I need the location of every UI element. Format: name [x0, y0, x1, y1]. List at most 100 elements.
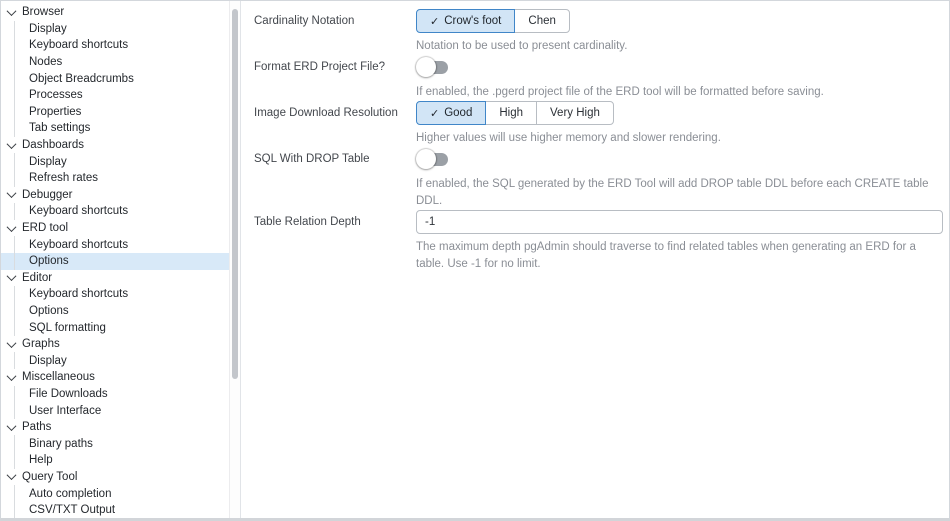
tree-item-label: Keyboard shortcuts: [29, 238, 129, 251]
field-label: Table Relation Depth: [254, 216, 361, 228]
option-button-label: High: [499, 107, 524, 119]
option-button-label: Good: [444, 107, 473, 119]
tree-item-label: Keyboard shortcuts: [29, 205, 129, 218]
tree-item-sql-formatting[interactable]: SQL formatting: [1, 319, 229, 336]
tree-item-auto-completion[interactable]: Auto completion: [1, 485, 229, 502]
tree-item-miscellaneous[interactable]: Miscellaneous: [1, 369, 229, 386]
toggle-knob: [416, 149, 436, 169]
tree-item-keyboard-shortcuts[interactable]: Keyboard shortcuts: [1, 203, 229, 220]
option-button-chen[interactable]: Chen: [514, 9, 570, 33]
option-button-label: Crow's foot: [444, 15, 502, 27]
tree-item-dashboards[interactable]: Dashboards: [1, 137, 229, 154]
tree-item-label: Object Breadcrumbs: [29, 72, 134, 85]
tree-item-label: Query Tool: [22, 470, 78, 483]
tree-item-label: Dashboards: [22, 139, 85, 152]
tree-item-label: CSV/TXT Output: [29, 504, 116, 517]
check-icon: ✓: [430, 15, 440, 28]
tree-item-label: SQL formatting: [29, 321, 106, 334]
field-table-relation-depth: Table Relation Depth The maximum depth pg…: [254, 210, 943, 273]
tree-item-object-breadcrumbs[interactable]: Object Breadcrumbs: [1, 70, 229, 87]
toggle-switch-sql-with-drop-table[interactable]: [416, 149, 449, 169]
toggle-knob: [416, 57, 436, 77]
field-label: Format ERD Project File?: [254, 61, 386, 73]
tree-item-query-tool[interactable]: Query Tool: [1, 469, 229, 486]
tree-item-keyboard-shortcuts[interactable]: Keyboard shortcuts: [1, 236, 229, 253]
button-group-image-download-resolution: ✓ Good High Very High: [416, 101, 614, 125]
tree-item-label: User Interface: [29, 404, 102, 417]
chevron-down-icon[interactable]: [1, 138, 22, 149]
chevron-down-icon[interactable]: [1, 271, 22, 282]
sidebar-scrollbar[interactable]: [229, 1, 241, 518]
preferences-tree: Browser Display Keyboard shortcuts Nodes Obj…: [1, 1, 229, 518]
tree-item-tab-settings[interactable]: Tab settings: [1, 120, 229, 137]
tree-item-display[interactable]: Display: [1, 20, 229, 38]
tree-item-label: Miscellaneous: [22, 371, 95, 384]
tree-item-nodes[interactable]: Nodes: [1, 53, 229, 71]
tree-item-options[interactable]: Options: [1, 252, 229, 270]
check-icon: ✓: [430, 107, 440, 120]
chevron-down-icon[interactable]: [1, 221, 22, 232]
chevron-down-icon[interactable]: [1, 370, 22, 381]
option-button-label: Very High: [550, 107, 600, 119]
chevron-down-icon[interactable]: [1, 470, 22, 481]
toggle-switch-format-erd-project-file[interactable]: [416, 57, 449, 77]
input-table-relation-depth[interactable]: [416, 210, 943, 234]
tree-item-keyboard-shortcuts[interactable]: Keyboard shortcuts: [1, 286, 229, 303]
option-button-crow-s-foot[interactable]: ✓ Crow's foot: [416, 9, 516, 33]
tree-item-display[interactable]: Display: [1, 153, 229, 170]
tree-item-editor[interactable]: Editor: [1, 270, 229, 287]
tree-item-graphs[interactable]: Graphs: [1, 336, 229, 353]
scrollbar-thumb[interactable]: [232, 9, 238, 379]
tree-item-processes[interactable]: Processes: [1, 86, 229, 104]
tree-item-label: Keyboard shortcuts: [29, 288, 129, 301]
tree-item-label: Debugger: [22, 188, 73, 201]
tree-item-properties[interactable]: Properties: [1, 103, 229, 121]
preferences-dialog: Browser Display Keyboard shortcuts Nodes Obj…: [0, 0, 950, 521]
field-help-text: If enabled, the SQL generated by the ERD…: [416, 178, 929, 207]
field-cardinality-notation: Cardinality Notation ✓ Crow's foot Chen Nota…: [254, 9, 939, 55]
tree-item-file-downloads[interactable]: File Downloads: [1, 385, 229, 403]
field-label: SQL With DROP Table: [254, 153, 370, 165]
chevron-down-icon[interactable]: [1, 337, 22, 348]
tree-item-debugger[interactable]: Debugger: [1, 187, 229, 204]
tree-item-label: Processes: [29, 89, 83, 102]
field-label: Image Download Resolution: [254, 107, 398, 119]
tree-item-label: Nodes: [29, 56, 63, 69]
field-help-text: If enabled, the .pgerd project file of t…: [416, 86, 824, 98]
chevron-down-icon[interactable]: [1, 188, 22, 199]
field-sql-with-drop-table: SQL With DROP Table If enabled, the SQL g…: [254, 147, 939, 210]
button-group-cardinality-notation: ✓ Crow's foot Chen: [416, 9, 570, 33]
option-button-high[interactable]: High: [485, 101, 538, 125]
tree-item-label: Options: [29, 304, 69, 317]
tree-item-label: Graphs: [22, 338, 60, 351]
field-help-text: Higher values will use higher memory and…: [416, 132, 721, 144]
option-button-very-high[interactable]: Very High: [536, 101, 614, 125]
tree-item-label: Refresh rates: [29, 172, 99, 185]
tree-item-label: Options: [29, 255, 69, 268]
field-help-text: Notation to be used to present cardinali…: [416, 40, 628, 52]
tree-item-display[interactable]: Display: [1, 352, 229, 369]
tree-item-label: Binary paths: [29, 437, 93, 450]
tree-item-label: Properties: [29, 105, 82, 118]
tree-item-label: Browser: [22, 6, 65, 19]
chevron-down-icon[interactable]: [1, 5, 22, 16]
tree-item-binary-paths[interactable]: Binary paths: [1, 435, 229, 452]
option-button-good[interactable]: ✓ Good: [416, 101, 487, 125]
chevron-down-icon[interactable]: [1, 420, 22, 431]
tree-item-paths[interactable]: Paths: [1, 419, 229, 436]
tree-item-label: Display: [29, 22, 67, 35]
tree-item-label: File Downloads: [29, 387, 108, 400]
tree-item-csv-txt-output[interactable]: CSV/TXT Output: [1, 501, 229, 518]
tree-item-browser[interactable]: Browser: [1, 4, 229, 21]
tree-item-erd-tool[interactable]: ERD tool: [1, 220, 229, 237]
tree-item-help[interactable]: Help: [1, 452, 229, 469]
tree-item-options[interactable]: Options: [1, 302, 229, 320]
tree-item-keyboard-shortcuts[interactable]: Keyboard shortcuts: [1, 37, 229, 54]
field-help-text: The maximum depth pgAdmin should travers…: [416, 241, 916, 270]
option-button-label: Chen: [528, 15, 556, 27]
tree-item-label: Keyboard shortcuts: [29, 39, 129, 52]
tree-item-refresh-rates[interactable]: Refresh rates: [1, 169, 229, 187]
tree-item-label: Paths: [22, 421, 52, 434]
tree-item-label: Tab settings: [29, 122, 91, 135]
tree-item-user-interface[interactable]: User Interface: [1, 402, 229, 419]
